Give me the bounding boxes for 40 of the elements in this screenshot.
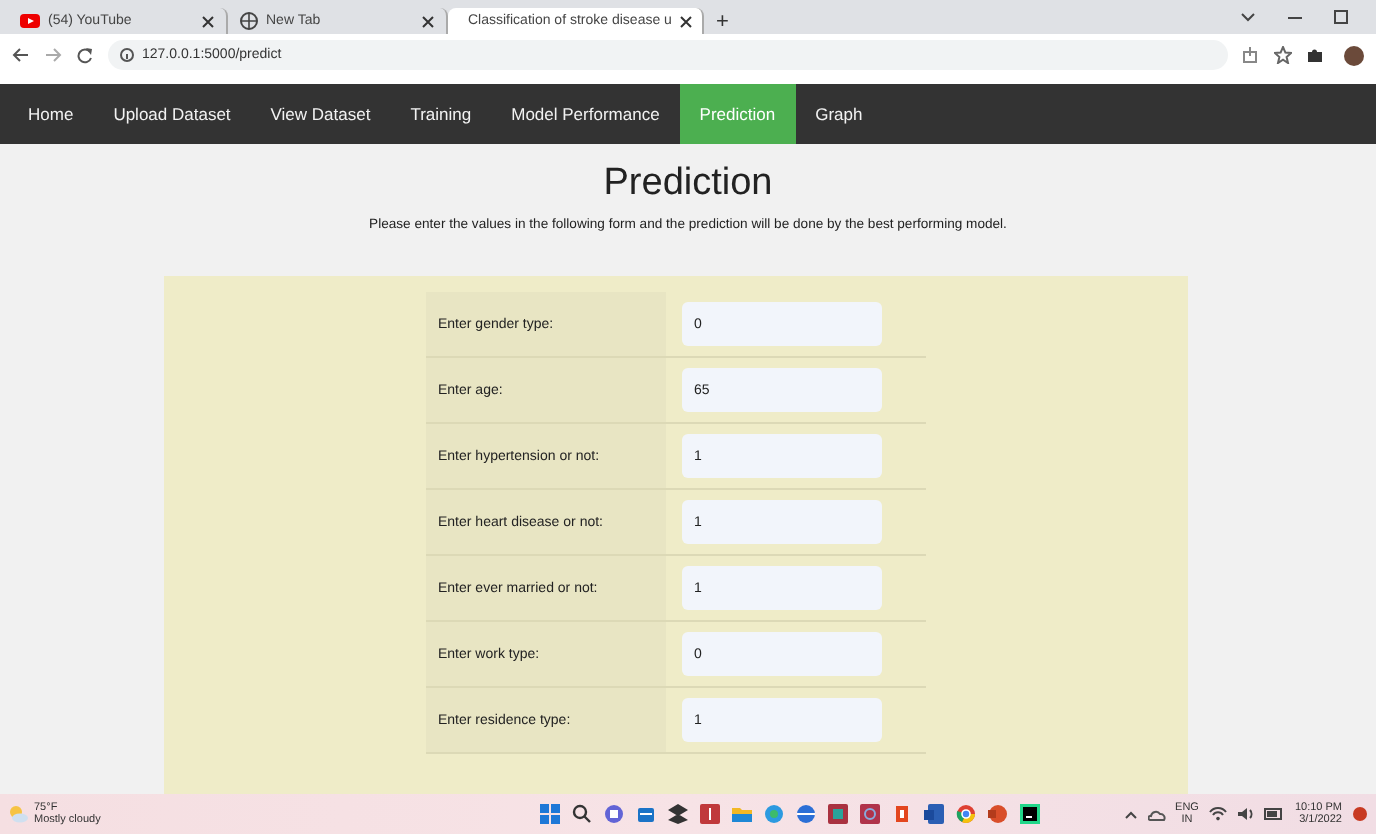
folder-icon[interactable] <box>732 804 752 824</box>
speaker-icon[interactable] <box>1238 806 1255 822</box>
app-tile-icon[interactable] <box>700 804 720 824</box>
nav-link[interactable]: Model Performance <box>491 84 680 144</box>
chevron-up-icon[interactable] <box>1123 809 1138 819</box>
share-icon[interactable] <box>1242 46 1260 64</box>
nav-link[interactable]: Training <box>390 84 492 144</box>
nav-link[interactable]: Home <box>8 84 94 144</box>
nav-link[interactable]: Graph <box>795 84 883 144</box>
slides-app-icon[interactable] <box>988 804 1008 824</box>
battery-icon[interactable] <box>1264 806 1285 822</box>
weather-cloud-icon <box>8 804 28 824</box>
page-title: Prediction <box>603 162 773 206</box>
nav-link[interactable]: View Dataset <box>250 84 391 144</box>
close-icon[interactable] <box>679 15 692 27</box>
back-arrow-icon[interactable] <box>12 46 30 64</box>
windows-start-icon[interactable] <box>540 804 560 824</box>
notification-icon[interactable] <box>1352 806 1368 822</box>
chat-bubble-icon[interactable] <box>604 804 624 824</box>
code-editor-icon[interactable] <box>1020 804 1040 824</box>
close-icon[interactable] <box>202 15 214 27</box>
search-icon[interactable] <box>572 804 592 824</box>
close-icon[interactable] <box>422 15 434 27</box>
minimize-icon[interactable] <box>1288 11 1302 23</box>
word-app-icon[interactable] <box>924 804 944 824</box>
reload-icon[interactable] <box>76 46 94 64</box>
star-icon[interactable] <box>1274 46 1292 64</box>
cloud-icon[interactable] <box>1147 807 1166 821</box>
avatar-icon[interactable] <box>1344 45 1364 65</box>
maximize-icon[interactable] <box>1334 10 1348 24</box>
chevron-down-icon[interactable] <box>1240 10 1256 24</box>
video-logo-icon <box>20 12 40 30</box>
new-tab-button[interactable]: + <box>704 10 741 34</box>
wifi-icon[interactable] <box>1208 806 1229 822</box>
nav-link[interactable]: Upload Dataset <box>93 84 251 144</box>
circle-app-icon[interactable] <box>860 804 880 824</box>
office-app-icon[interactable] <box>892 804 912 824</box>
globe-icon <box>240 12 258 30</box>
info-icon <box>120 48 134 62</box>
chrome-icon[interactable] <box>956 804 976 824</box>
